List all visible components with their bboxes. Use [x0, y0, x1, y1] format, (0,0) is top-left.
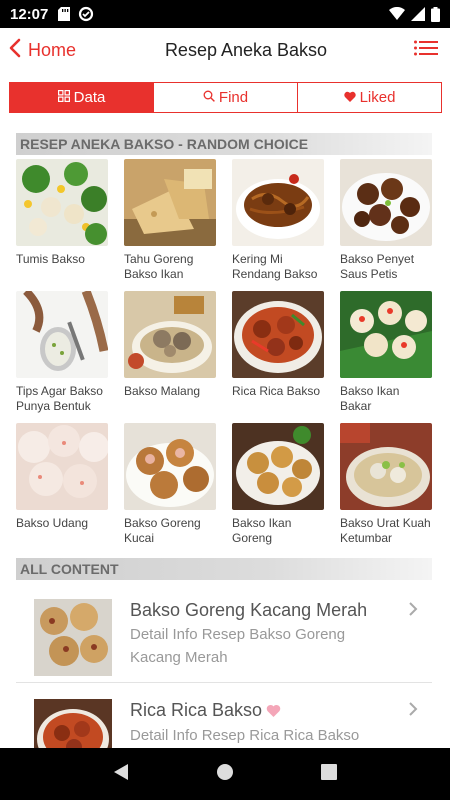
list-item-title: Rica Rica Bakso: [130, 700, 263, 720]
tab-data-label: Data: [73, 89, 106, 106]
recipe-photo: [232, 291, 324, 378]
grid-icon: [57, 89, 70, 106]
recipe-card[interactable]: Kering Mi Rendang Bakso: [232, 159, 324, 291]
recipe-photo: [16, 423, 108, 510]
recipe-caption: Tips Agar Bakso Punya Bentuk: [16, 384, 103, 413]
recipe-card[interactable]: Rica Rica Bakso: [232, 291, 324, 423]
recipe-card[interactable]: Bakso Ikan Bakar: [340, 291, 432, 423]
list-item[interactable]: Bakso Goreng Kacang Merah Detail Info Re…: [16, 583, 432, 683]
list-item[interactable]: Rica Rica Bakso Detail Info Resep Rica R…: [16, 683, 432, 748]
tab-bar: Data Find Liked: [9, 82, 442, 113]
tab-liked[interactable]: Liked: [297, 83, 441, 112]
list-item-title: Bakso Goreng Kacang Merah: [130, 600, 368, 620]
random-section-header: RESEP ANEKA BAKSO - RANDOM CHOICE: [16, 133, 432, 155]
liked-heart-icon: [266, 700, 281, 722]
recipe-caption: Kering Mi Rendang Bakso: [232, 252, 318, 281]
status-time: 12:07: [10, 5, 49, 23]
tab-find-label: Find: [218, 89, 249, 106]
recipe-photo: [124, 291, 216, 378]
signal-icon: [411, 7, 425, 21]
status-bar: 12:07: [0, 0, 450, 28]
recipe-card[interactable]: Bakso Ikan Goreng: [232, 423, 324, 555]
back-label: Home: [28, 39, 77, 60]
content-scroll[interactable]: RESEP ANEKA BAKSO - RANDOM CHOICE Tumis …: [0, 120, 450, 748]
recipe-caption: Bakso Malang: [124, 384, 201, 398]
nav-home-icon[interactable]: [216, 763, 234, 786]
recipe-photo: [340, 423, 432, 510]
heart-icon: [343, 89, 356, 106]
recipe-card[interactable]: Tumis Bakso: [16, 159, 108, 291]
recipe-caption: Rica Rica Bakso: [232, 384, 321, 398]
page-title: Resep Aneka Bakso: [164, 39, 328, 60]
recipe-photo: [16, 159, 108, 246]
system-nav-bar: [0, 748, 450, 800]
recipe-card[interactable]: Bakso Penyet Saus Petis: [340, 159, 432, 291]
recipe-card[interactable]: Bakso Urat Kuah Ketumbar: [340, 423, 432, 555]
app-bar: Home Resep Aneka Bakso: [0, 28, 450, 72]
search-icon: [203, 89, 215, 106]
recipe-photo: [34, 699, 112, 748]
menu-button[interactable]: [402, 40, 450, 61]
tab-find[interactable]: Find: [153, 83, 297, 112]
recipe-card[interactable]: Bakso Udang: [16, 423, 108, 555]
recipe-grid: Tumis Bakso Tahu Goreng Bakso Ikan Kerin…: [16, 159, 432, 555]
recipe-photo: [34, 599, 112, 676]
nav-back-icon[interactable]: [113, 763, 129, 786]
sd-card-icon: [58, 7, 71, 21]
tab-data[interactable]: Data: [10, 83, 153, 112]
recipe-caption: Bakso Goreng Kucai: [124, 516, 201, 545]
recipe-caption: Tahu Goreng Bakso Ikan: [124, 252, 194, 281]
recipe-caption: Bakso Ikan Goreng: [232, 516, 292, 545]
recipe-photo: [340, 291, 432, 378]
tab-liked-label: Liked: [359, 89, 396, 106]
list-menu-icon: [414, 40, 438, 61]
all-content-header: ALL CONTENT: [16, 558, 432, 580]
recipe-photo: [124, 159, 216, 246]
recipe-caption: Bakso Urat Kuah Ketumbar: [340, 516, 431, 545]
recipe-card[interactable]: Bakso Malang: [124, 291, 216, 423]
data-saver-icon: [78, 6, 94, 22]
list-item-subtitle: Detail Info Resep Rica Rica Bakso: [130, 727, 360, 745]
recipe-photo: [232, 159, 324, 246]
recipe-caption: Bakso Penyet Saus Petis: [340, 252, 415, 281]
recipe-photo: [340, 159, 432, 246]
nav-recents-icon[interactable]: [320, 763, 337, 785]
recipe-card[interactable]: Tips Agar Bakso Punya Bentuk: [16, 291, 108, 423]
chevron-right-icon: [408, 701, 418, 722]
back-button[interactable]: Home: [0, 38, 100, 63]
wifi-icon: [389, 7, 405, 21]
battery-icon: [431, 6, 440, 22]
list-item-title-row: Rica Rica Bakso: [130, 699, 398, 722]
recipe-card[interactable]: Tahu Goreng Bakso Ikan: [124, 159, 216, 291]
recipe-photo: [16, 291, 108, 378]
recipe-card[interactable]: Bakso Goreng Kucai: [124, 423, 216, 555]
list-item-subtitle: Detail Info Resep Bakso Goreng Kacang Me…: [130, 626, 346, 666]
recipe-photo: [124, 423, 216, 510]
chevron-right-icon: [408, 601, 418, 622]
recipe-caption: Tumis Bakso: [16, 252, 85, 266]
recipe-caption: Bakso Ikan Bakar: [340, 384, 400, 413]
chevron-left-icon: [8, 38, 28, 63]
recipe-photo: [232, 423, 324, 510]
recipe-caption: Bakso Udang: [16, 516, 89, 530]
